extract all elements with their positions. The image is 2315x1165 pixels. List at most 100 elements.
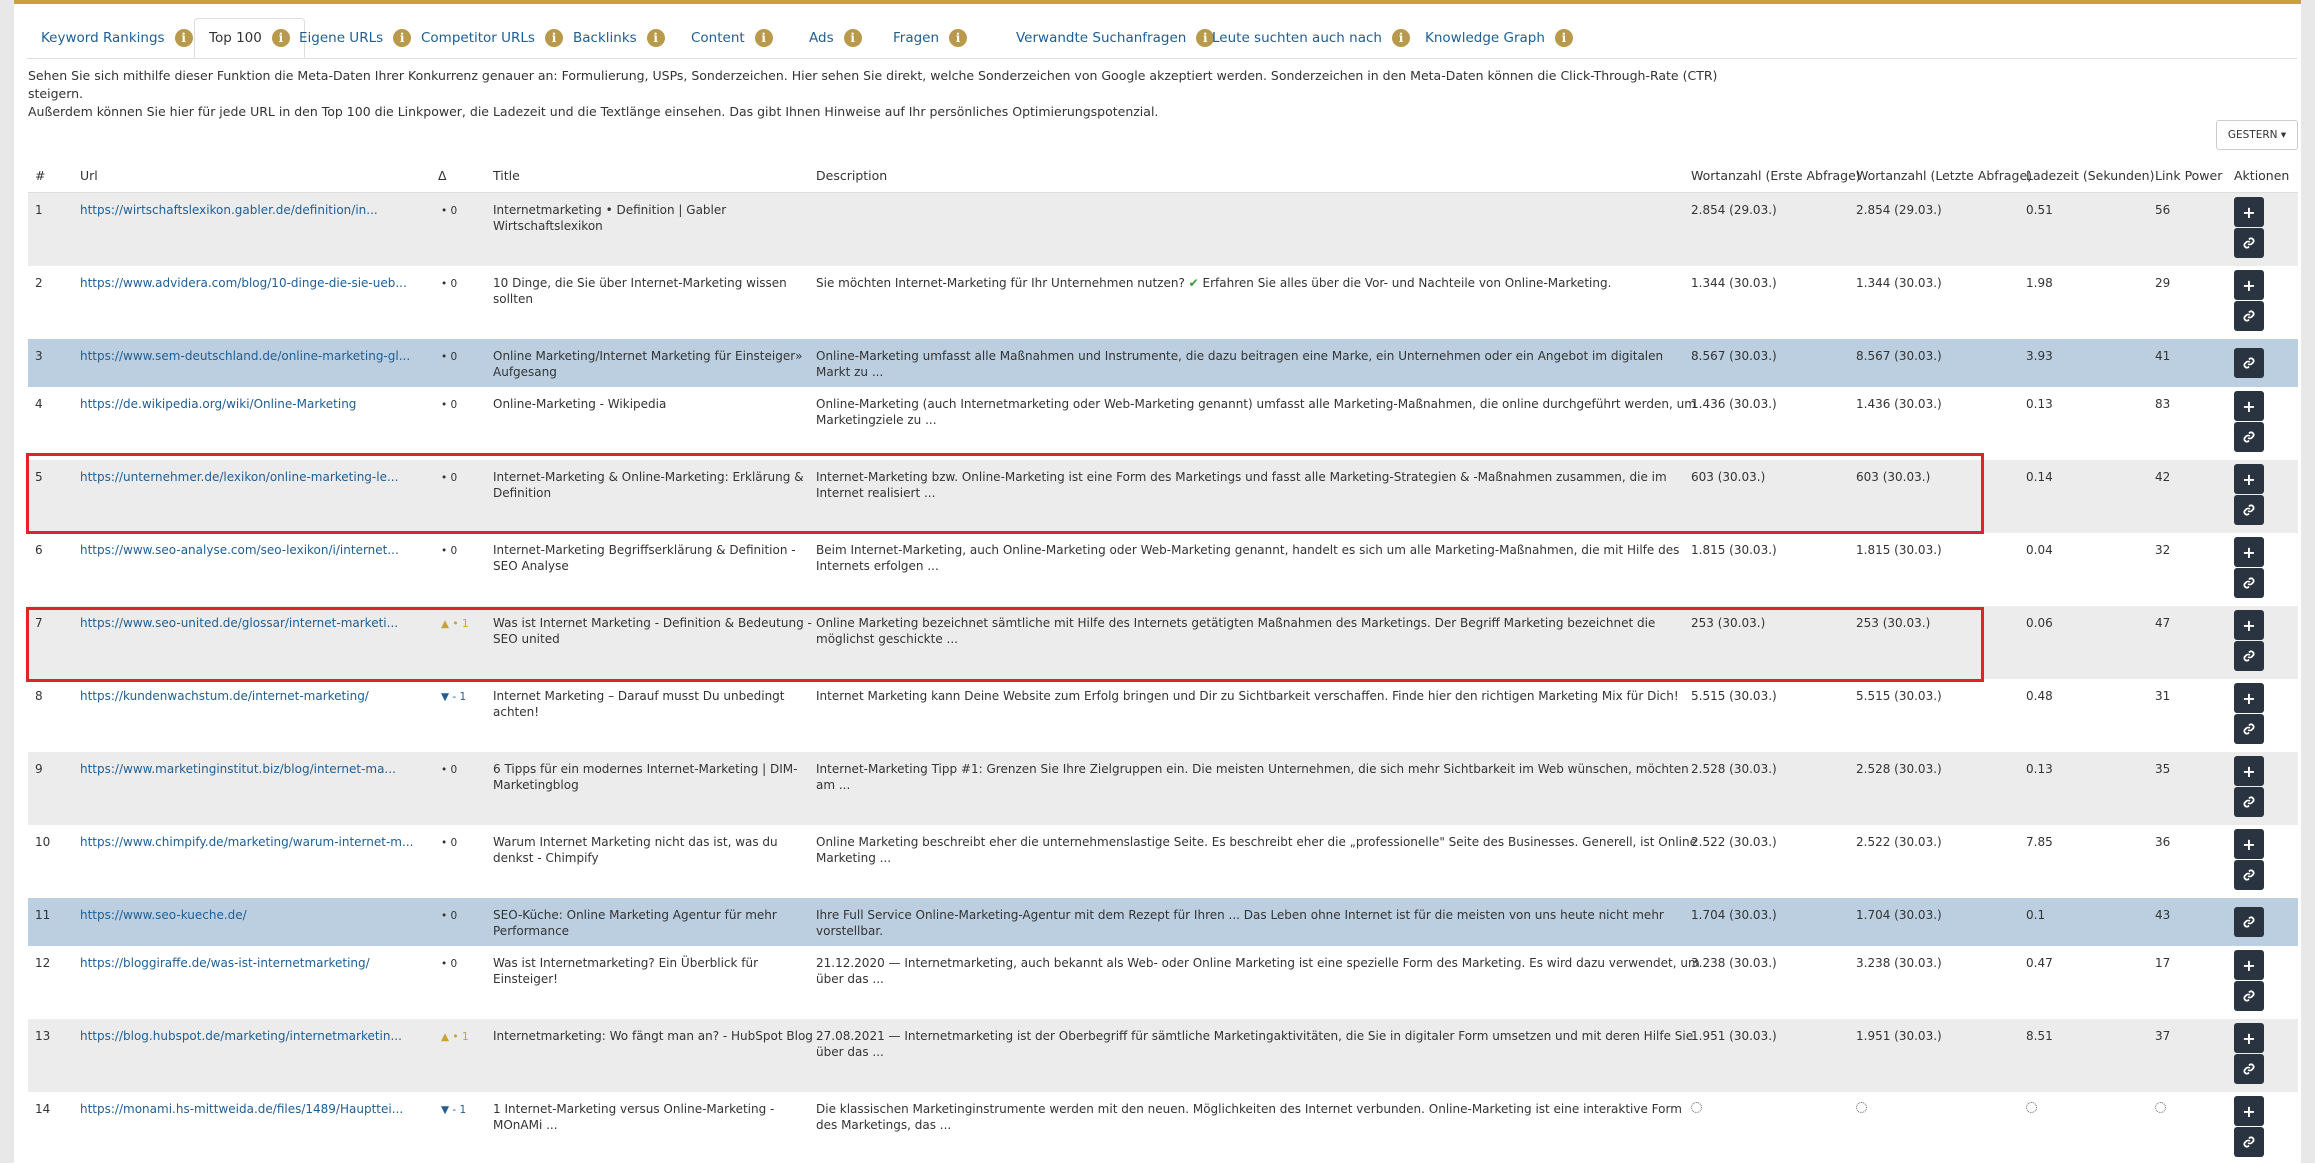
top-accent-line [14,0,2301,4]
rank-delta: • 0 [441,956,457,972]
table-row: 5 https://unternehmer.de/lexikon/online-m… [28,460,2298,533]
load-time: 0.06 [2026,616,2053,630]
result-title: Warum Internet Marketing nicht das ist, … [493,835,778,865]
add-button[interactable]: + [2234,756,2264,786]
left-gutter [0,0,14,1163]
tab-verwandte-suchanfragen[interactable]: Verwandte Suchanfragen i [1002,18,1228,58]
result-url-link[interactable]: https://www.seo-kueche.de/ [80,907,247,923]
table-row: 4 https://de.wikipedia.org/wiki/Online-Ma… [28,387,2298,460]
link-power: 17 [2155,956,2171,970]
link-button[interactable] [2234,981,2264,1011]
result-url-link[interactable]: https://www.marketinginstitut.biz/blog/i… [80,761,396,777]
result-url-link[interactable]: https://blog.hubspot.de/marketing/intern… [80,1028,402,1044]
link-power: 37 [2155,1029,2171,1043]
result-url-link[interactable]: https://www.advidera.com/blog/10-dinge-d… [80,275,407,291]
rank-delta: ▲ • 1 [441,616,469,632]
add-button[interactable]: + [2234,464,2264,494]
info-icon[interactable]: i [843,29,862,47]
tab-competitor-urls[interactable]: Competitor URLs i [407,18,577,58]
tab-label: Content [691,30,745,46]
table-row: 11 https://www.seo-kueche.de/ • 0 SEO-Küche… [28,898,2298,946]
header-description: Description [816,168,888,183]
rank-delta: • 0 [441,276,457,292]
add-button[interactable]: + [2234,829,2264,859]
result-url-link[interactable]: https://wirtschaftslexikon.gabler.de/def… [80,202,378,218]
add-button[interactable]: + [2234,391,2264,421]
add-button[interactable]: + [2234,537,2264,567]
link-button[interactable] [2234,301,2264,331]
tab-leute-suchten-auch-nach[interactable]: Leute suchten auch nach i [1198,18,1424,58]
words-last: 2.522 (30.03.) [1856,835,1942,849]
tab-ads[interactable]: Ads i [795,18,876,58]
link-button[interactable] [2234,568,2264,598]
link-button[interactable] [2234,860,2264,890]
result-url-link[interactable]: https://de.wikipedia.org/wiki/Online-Mar… [80,396,356,412]
rank-delta-value: • 0 [441,764,458,776]
tab-knowledge-graph[interactable]: Knowledge Graph i [1411,18,1587,58]
result-url-link[interactable]: https://www.seo-united.de/glossar/intern… [80,615,398,631]
link-button[interactable] [2234,228,2264,258]
result-url-link[interactable]: https://www.chimpify.de/marketing/warum-… [80,834,413,850]
link-power: 36 [2155,835,2171,849]
header-url: Url [80,168,98,183]
result-description: Internet-Marketing Tipp #1: Grenzen Sie … [816,762,1689,792]
result-url-link[interactable]: https://unternehmer.de/lexikon/online-ma… [80,469,398,485]
result-url-link[interactable]: https://bloggiraffe.de/was-ist-internetm… [80,955,370,971]
link-button[interactable] [2234,1127,2264,1157]
tab-eigene-urls[interactable]: Eigene URLs i [285,18,425,58]
add-button[interactable]: + [2234,1096,2264,1126]
row-number: 7 [35,616,43,630]
link-button[interactable] [2234,907,2264,937]
result-description: Online-Marketing umfasst alle Maßnahmen … [816,349,1664,379]
words-first: 1.815 (30.03.) [1691,543,1777,557]
loading-spinner-icon [2026,1101,2037,1117]
link-power: 35 [2155,762,2171,776]
add-button[interactable]: + [2234,1023,2264,1053]
tab-content[interactable]: Content i [677,18,787,58]
words-last: 1.344 (30.03.) [1856,276,1942,290]
result-url-link[interactable]: https://www.sem-deutschland.de/online-ma… [80,348,410,364]
link-button[interactable] [2234,641,2264,671]
tab-backlinks[interactable]: Backlinks i [559,18,679,58]
tab-label: Eigene URLs [299,30,384,46]
load-time: 0.48 [2026,689,2053,703]
date-dropdown-button[interactable]: GESTERN ▾ [2216,120,2298,150]
result-url-link[interactable]: https://kundenwachstum.de/internet-marke… [80,688,369,704]
row-number: 9 [35,762,43,776]
add-button[interactable]: + [2234,270,2264,300]
info-icon[interactable]: i [174,29,193,47]
link-button[interactable] [2234,422,2264,452]
result-title: Internet Marketing – Darauf musst Du unb… [493,689,785,719]
add-button[interactable]: + [2234,610,2264,640]
load-time: 0.1 [2026,908,2046,922]
add-button[interactable]: + [2234,197,2264,227]
result-title: 1 Internet-Marketing versus Online-Marke… [493,1102,775,1132]
arrow-up-icon: ▲ [441,1031,450,1043]
link-button[interactable] [2234,714,2264,744]
words-first: 8.567 (30.03.) [1691,349,1777,363]
intro-line-2: Außerdem können Sie hier für jede URL in… [28,104,1159,119]
info-icon[interactable]: i [754,29,773,47]
row-number: 13 [35,1029,51,1043]
info-icon[interactable]: i [949,29,968,47]
top100-table: # Url Δ Title Description Wortanzahl (Er… [28,160,2298,1165]
link-button[interactable] [2234,348,2264,378]
result-url-link[interactable]: https://www.seo-analyse.com/seo-lexikon/… [80,542,399,558]
tab-fragen[interactable]: Fragen i [879,18,981,58]
add-button[interactable]: + [2234,950,2264,980]
row-number: 3 [35,349,43,363]
info-icon[interactable]: i [646,29,665,47]
link-button[interactable] [2234,787,2264,817]
rank-delta: • 0 [441,470,457,486]
link-power: 43 [2155,908,2171,922]
add-button[interactable]: + [2234,683,2264,713]
link-button[interactable] [2234,1054,2264,1084]
tab-keyword-rankings[interactable]: Keyword Rankings i [27,18,207,58]
info-icon[interactable]: i [1391,29,1410,47]
description-text: Erfahren Sie alles über die Vor- und Nac… [1198,276,1612,290]
words-last: 5.515 (30.03.) [1856,689,1942,703]
info-icon[interactable]: i [1554,29,1573,47]
result-url-link[interactable]: https://monami.hs-mittweida.de/files/148… [80,1101,403,1117]
result-description: Sie möchten Internet-Marketing für Ihr U… [816,275,1701,291]
link-button[interactable] [2234,495,2264,525]
